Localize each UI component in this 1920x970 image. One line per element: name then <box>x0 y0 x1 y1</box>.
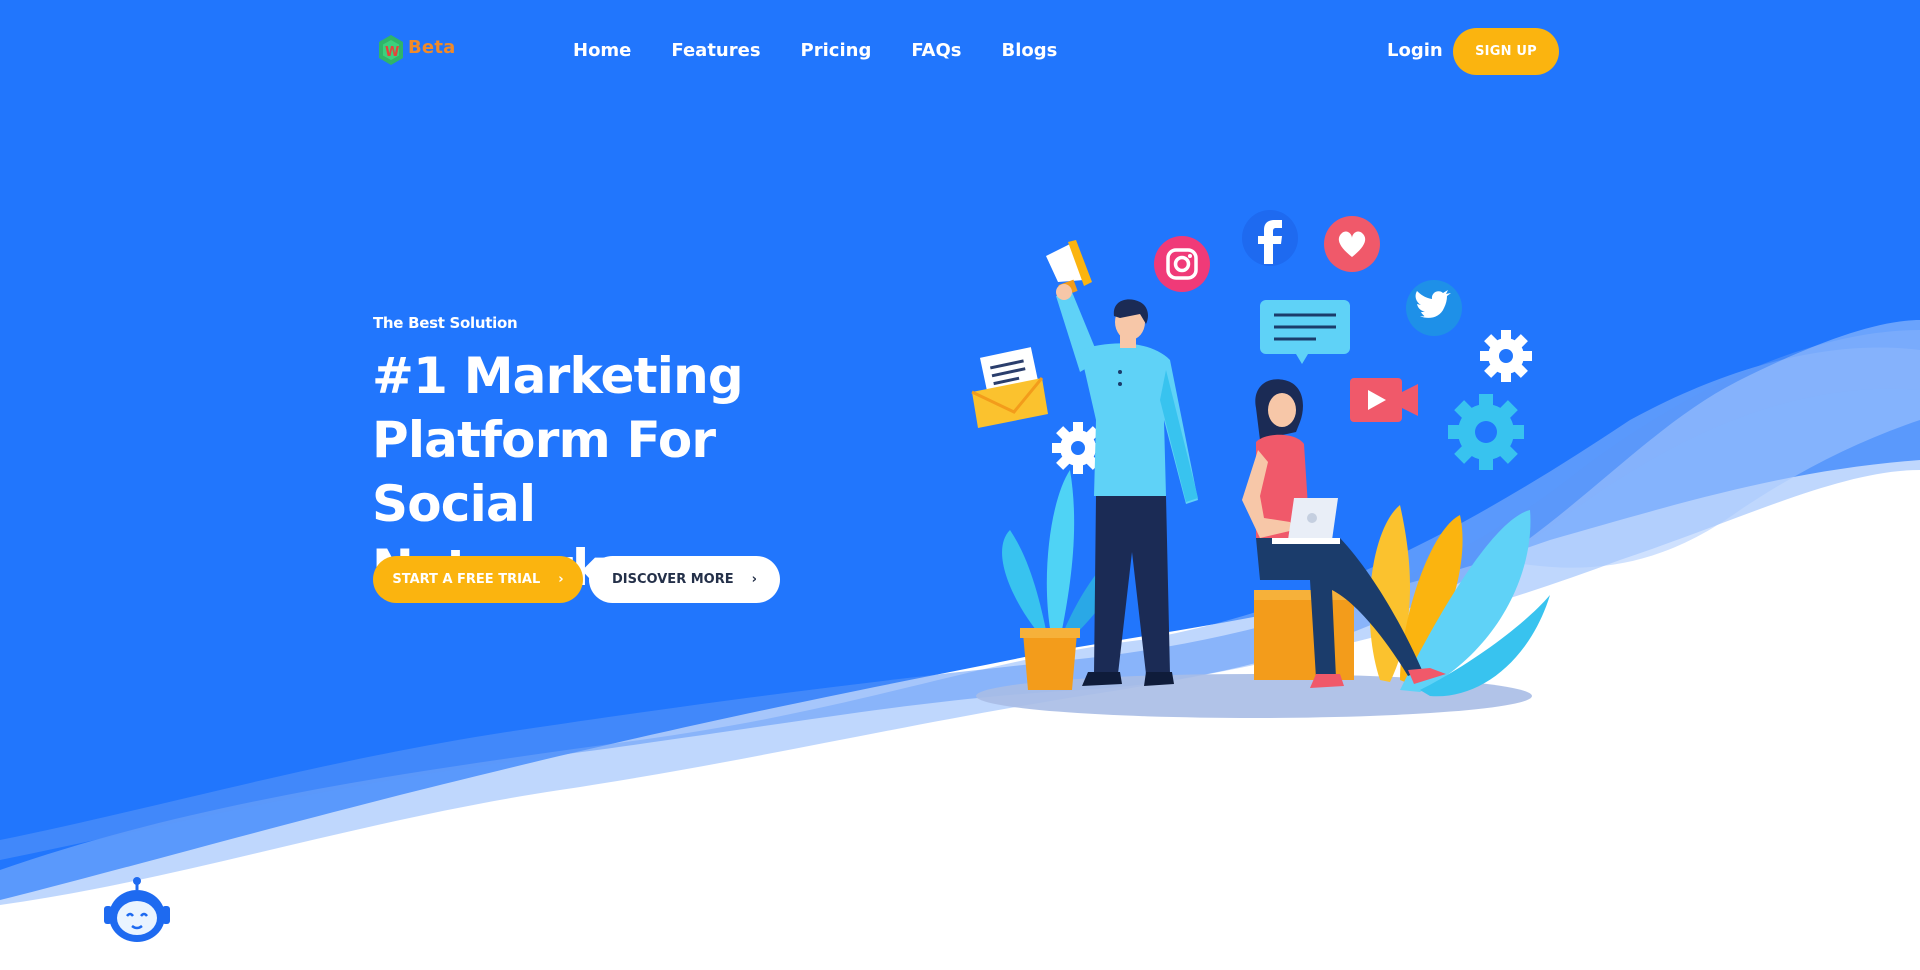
instagram-icon <box>1154 236 1210 292</box>
gear-icon <box>1448 394 1524 470</box>
main-nav: Home Features Pricing FAQs Blogs <box>573 40 1057 61</box>
nav-pricing[interactable]: Pricing <box>801 40 872 61</box>
headline-line-2: Platform For Social <box>372 411 716 533</box>
envelope-icon <box>971 347 1048 428</box>
chevron-right-icon: › <box>751 572 757 587</box>
hero-eyebrow: The Best Solution <box>373 314 518 332</box>
facebook-icon <box>1242 210 1298 266</box>
heart-icon <box>1324 216 1380 272</box>
discover-more-label: DISCOVER MORE <box>612 572 734 587</box>
nav-features[interactable]: Features <box>671 40 760 61</box>
discover-more-button[interactable]: DISCOVER MORE › <box>589 556 780 603</box>
twitter-icon <box>1406 280 1462 336</box>
plant-right-icon <box>1369 505 1550 697</box>
start-free-trial-button[interactable]: START A FREE TRIAL › <box>373 556 583 603</box>
logo-text[interactable]: Beta <box>408 37 455 58</box>
gear-icon <box>1480 330 1532 382</box>
login-link[interactable]: Login <box>1387 40 1443 61</box>
nav-home[interactable]: Home <box>573 40 631 61</box>
chevron-right-icon: › <box>558 572 564 587</box>
start-free-trial-label: START A FREE TRIAL <box>392 572 541 587</box>
headline-line-1: #1 Marketing <box>372 347 744 405</box>
nav-faqs[interactable]: FAQs <box>911 40 961 61</box>
hero-illustration <box>971 210 1550 718</box>
nav-blogs[interactable]: Blogs <box>1002 40 1058 61</box>
chat-bubble-icon <box>1260 300 1350 364</box>
youtube-icon <box>1350 378 1418 422</box>
signup-button[interactable]: SIGN UP <box>1453 28 1559 75</box>
chatbot-icon[interactable] <box>102 876 172 948</box>
logo-badge-letter: W <box>385 45 399 60</box>
